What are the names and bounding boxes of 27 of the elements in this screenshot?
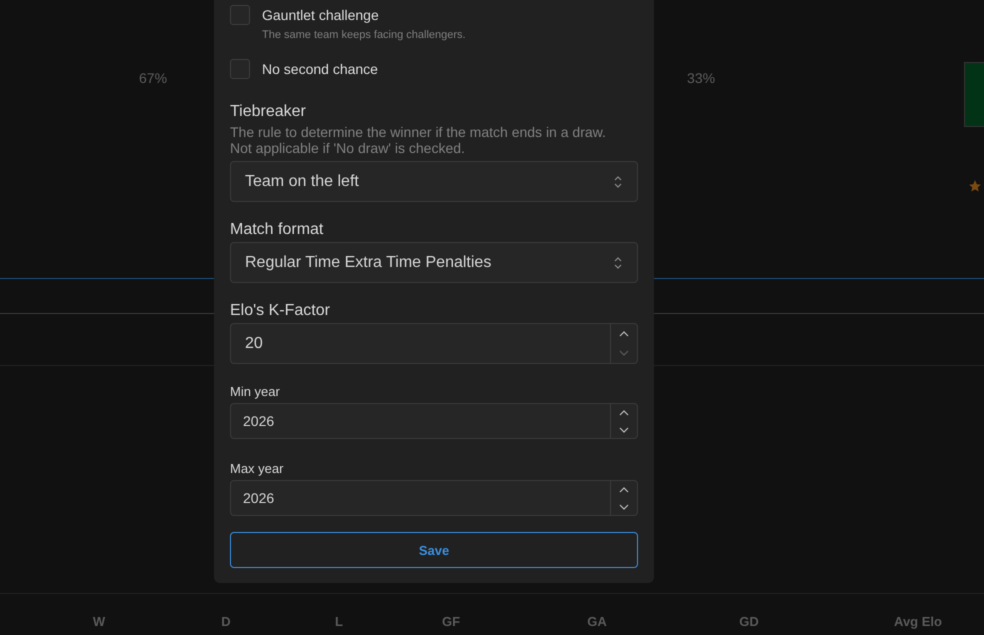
column-header: W	[92, 614, 106, 629]
percentage-label: 33%	[687, 70, 716, 86]
field-label: Tiebreaker	[230, 103, 307, 121]
field-label: Match format	[230, 221, 324, 239]
column-header: L	[335, 614, 343, 629]
column-header: D	[221, 614, 231, 629]
option-label: Gauntlet challenge	[262, 7, 379, 23]
field-label: Elo's K-Factor	[230, 302, 331, 320]
column-header: GD	[739, 614, 759, 629]
chevron-icon	[613, 254, 623, 270]
percentage-label: 67%	[139, 70, 168, 86]
chevron-icon	[613, 174, 623, 190]
select-field[interactable]: Team on the left	[230, 161, 638, 202]
checkbox[interactable]	[230, 5, 250, 25]
field-description: The rule to determine the winner if the match ends in a draw. Not applicable if 'No draw' is checked.	[230, 124, 607, 156]
checkbox[interactable]	[230, 59, 250, 79]
option-description: The same team keeps facing challengers.	[262, 29, 467, 41]
field-label: Min year	[230, 384, 281, 399]
star-icon	[968, 179, 982, 193]
save-button[interactable]: Save	[230, 532, 638, 568]
column-header: GF	[442, 614, 460, 629]
bar-segment	[964, 62, 984, 127]
column-header: GA	[587, 614, 607, 629]
field-label: Max year	[230, 461, 284, 476]
option-label: No second chance	[262, 61, 378, 77]
column-header: Avg Elo	[894, 614, 942, 629]
select-field[interactable]: Regular Time Extra Time Penalties	[230, 242, 638, 283]
